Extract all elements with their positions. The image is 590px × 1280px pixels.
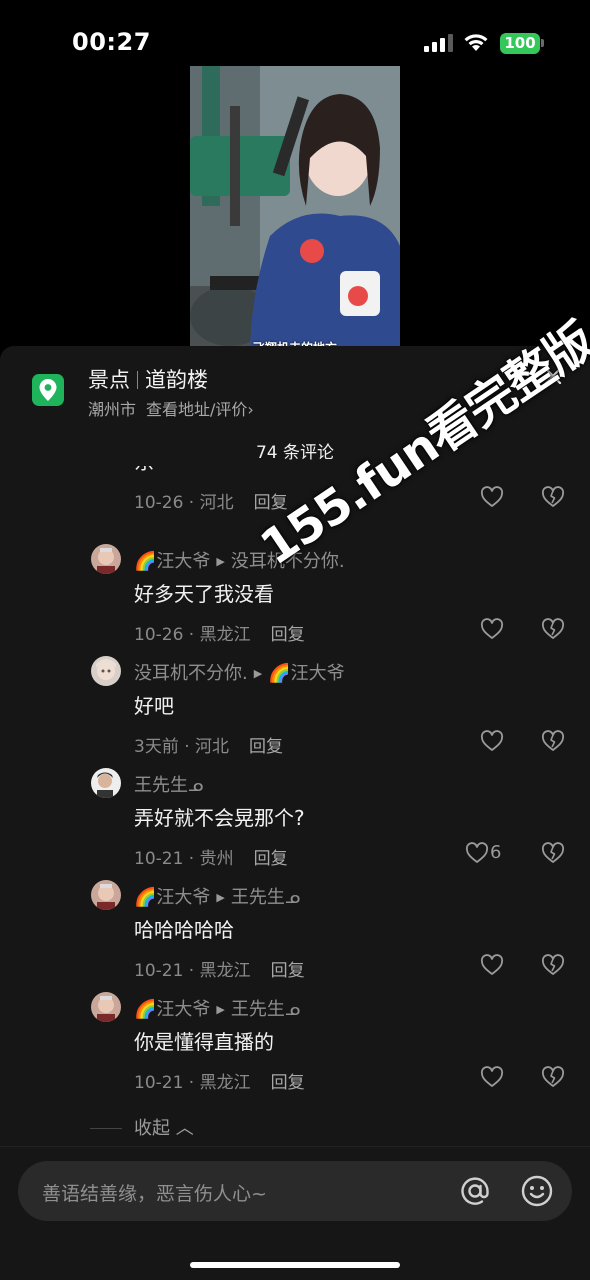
poi-category: 景点 [88,368,130,392]
heart-icon[interactable] [480,486,504,508]
comment-authors: 王先生ᓄ [134,771,203,797]
chevron-right-icon: › [247,400,254,419]
poi-name: 道韵楼 [145,368,208,392]
reply-arrow-icon: ▶ [253,667,263,680]
avatar[interactable] [91,880,121,910]
battery-indicator: 100 [500,33,540,54]
at-icon[interactable] [458,1174,492,1208]
comment-text: 你是懂得直播的 [134,1030,274,1054]
comment-meta: 10-21 · 黑龙江 回复 [134,1068,305,1093]
poi-subtitle[interactable]: 潮州市 查看地址/评价› [88,396,254,420]
reply-to-user[interactable]: 🌈汪大爷 [268,663,344,684]
avatar[interactable] [91,768,121,798]
comment-text: 好吧 [134,694,174,718]
battery-tip [541,39,544,47]
comment-input-placeholder: 善语结善缘，恶言伤人心~ [42,1183,267,1205]
heart-icon[interactable] [465,842,489,864]
status-bar: 00:27 100 [0,0,590,66]
reply-arrow-icon: ▶ [216,891,225,904]
location-pin-icon [32,374,64,406]
avatar[interactable] [91,992,121,1022]
broken-heart-icon[interactable] [541,730,565,752]
avatar[interactable] [91,656,121,686]
status-time: 00:27 [72,28,151,56]
comment-text: 东 [134,466,154,475]
comment-author[interactable]: 没耳机不分你. [134,663,248,684]
video-player[interactable]: 飞翔机夫的地方 [190,66,400,356]
comment-author[interactable]: 🌈汪大爷 [134,887,210,908]
comment-author[interactable]: 王先生ᓄ [134,775,203,796]
poi-city: 潮州市 [88,400,137,419]
comment-author[interactable]: 🌈汪大爷 [134,551,210,572]
signal-icon [424,34,453,52]
video-frame [190,66,400,356]
avatar[interactable] [91,544,121,574]
emoji-icon[interactable] [520,1174,554,1208]
comment-text: 好多天了我没看 [134,582,274,606]
comment-text: 弄好就不会晃那个? [134,806,305,830]
collapse-replies-button[interactable]: 收起 ︿ [90,1114,194,1140]
like-count: 6 [490,842,502,863]
broken-heart-icon[interactable] [541,954,565,976]
reply-button[interactable]: 回复 [271,1073,305,1093]
comment-text: 哈哈哈哈哈 [134,918,234,942]
reply-button[interactable]: 回复 [271,625,305,645]
comment-authors: 🌈汪大爷 ▶ 王先生ᓄ [134,883,300,909]
comment-date-location: 3天前 · 河北 [134,737,230,757]
comment-date-location: 10-21 · 黑龙江 [134,1073,251,1093]
heart-icon[interactable] [480,1066,504,1088]
collapse-divider [90,1128,122,1129]
reply-arrow-icon: ▶ [216,1003,225,1016]
poi-divider [137,371,138,389]
reply-button[interactable]: 回复 [254,849,288,869]
home-indicator[interactable] [190,1262,400,1268]
comment-author[interactable]: 🌈汪大爷 [134,999,210,1020]
comment-date-location: 10-26 · 河北 [134,493,234,513]
poi-address-link[interactable]: 查看地址/评价 [146,400,247,419]
comment-input-bar: 善语结善缘，恶言伤人心~ [0,1146,590,1280]
reply-button[interactable]: 回复 [271,961,305,981]
reply-to-user[interactable]: 王先生ᓄ [231,887,300,908]
comment-meta: 3天前 · 河北 回复 [134,732,283,757]
broken-heart-icon[interactable] [541,618,565,640]
reply-to-user[interactable]: 王先生ᓄ [231,999,300,1020]
comment-input[interactable]: 善语结善缘，恶言伤人心~ [18,1161,572,1221]
comment-meta: 10-26 · 黑龙江 回复 [134,620,305,645]
wifi-icon [464,34,488,51]
broken-heart-icon[interactable] [541,486,565,508]
heart-icon[interactable] [480,954,504,976]
comment-meta: 10-21 · 贵州 回复 [134,844,288,869]
chevron-up-icon: ︿ [175,1118,194,1139]
comment-date-location: 10-26 · 黑龙江 [134,625,251,645]
reply-button[interactable]: 回复 [249,737,283,757]
heart-icon[interactable] [480,730,504,752]
reply-arrow-icon: ▶ [216,555,225,568]
comment-date-location: 10-21 · 黑龙江 [134,961,251,981]
comment-authors: 🌈汪大爷 ▶ 王先生ᓄ [134,995,300,1021]
comment-date-location: 10-21 · 贵州 [134,849,234,869]
broken-heart-icon[interactable] [541,842,565,864]
collapse-label: 收起 [134,1118,170,1139]
comment-count: 74 条评论 [255,443,335,463]
comment-meta: 10-21 · 黑龙江 回复 [134,956,305,981]
poi-title: 景点 道韵楼 [88,364,208,394]
broken-heart-icon[interactable] [541,1066,565,1088]
heart-icon[interactable] [480,618,504,640]
comment-authors: 没耳机不分你. ▶ 🌈汪大爷 [134,659,345,685]
